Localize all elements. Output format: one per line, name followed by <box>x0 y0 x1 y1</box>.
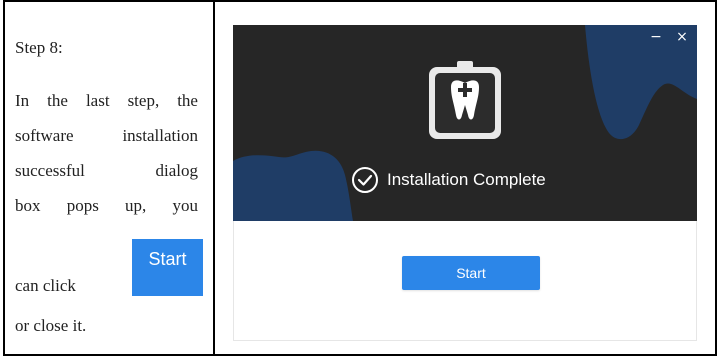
instruction-line-2: software installation <box>15 126 198 145</box>
installation-complete-dialog: − × Installation Complete Start <box>233 25 697 341</box>
installation-status: Installation Complete <box>351 165 546 195</box>
window-controls: − × <box>649 29 689 45</box>
installation-complete-label: Installation Complete <box>387 170 546 189</box>
instruction-close-text: or close it. <box>15 316 87 335</box>
check-circle-icon <box>352 167 378 193</box>
instruction-line-1: In the last step, the <box>15 91 198 110</box>
dental-app-logo-icon <box>429 61 501 139</box>
inline-start-button-image: Start <box>132 239 203 296</box>
step-heading: Step 8: <box>15 38 63 57</box>
instruction-can-click-text: can click <box>15 276 76 295</box>
close-icon[interactable]: × <box>675 29 689 45</box>
dialog-header: − × Installation Complete <box>233 25 697 221</box>
instruction-line-4: box pops up, you <box>15 196 198 215</box>
dialog-body: Start <box>233 221 697 341</box>
start-button[interactable]: Start <box>402 256 540 290</box>
table-column-divider <box>213 2 215 354</box>
instruction-line-3: successful dialog <box>15 161 198 180</box>
minimize-icon[interactable]: − <box>649 29 663 45</box>
